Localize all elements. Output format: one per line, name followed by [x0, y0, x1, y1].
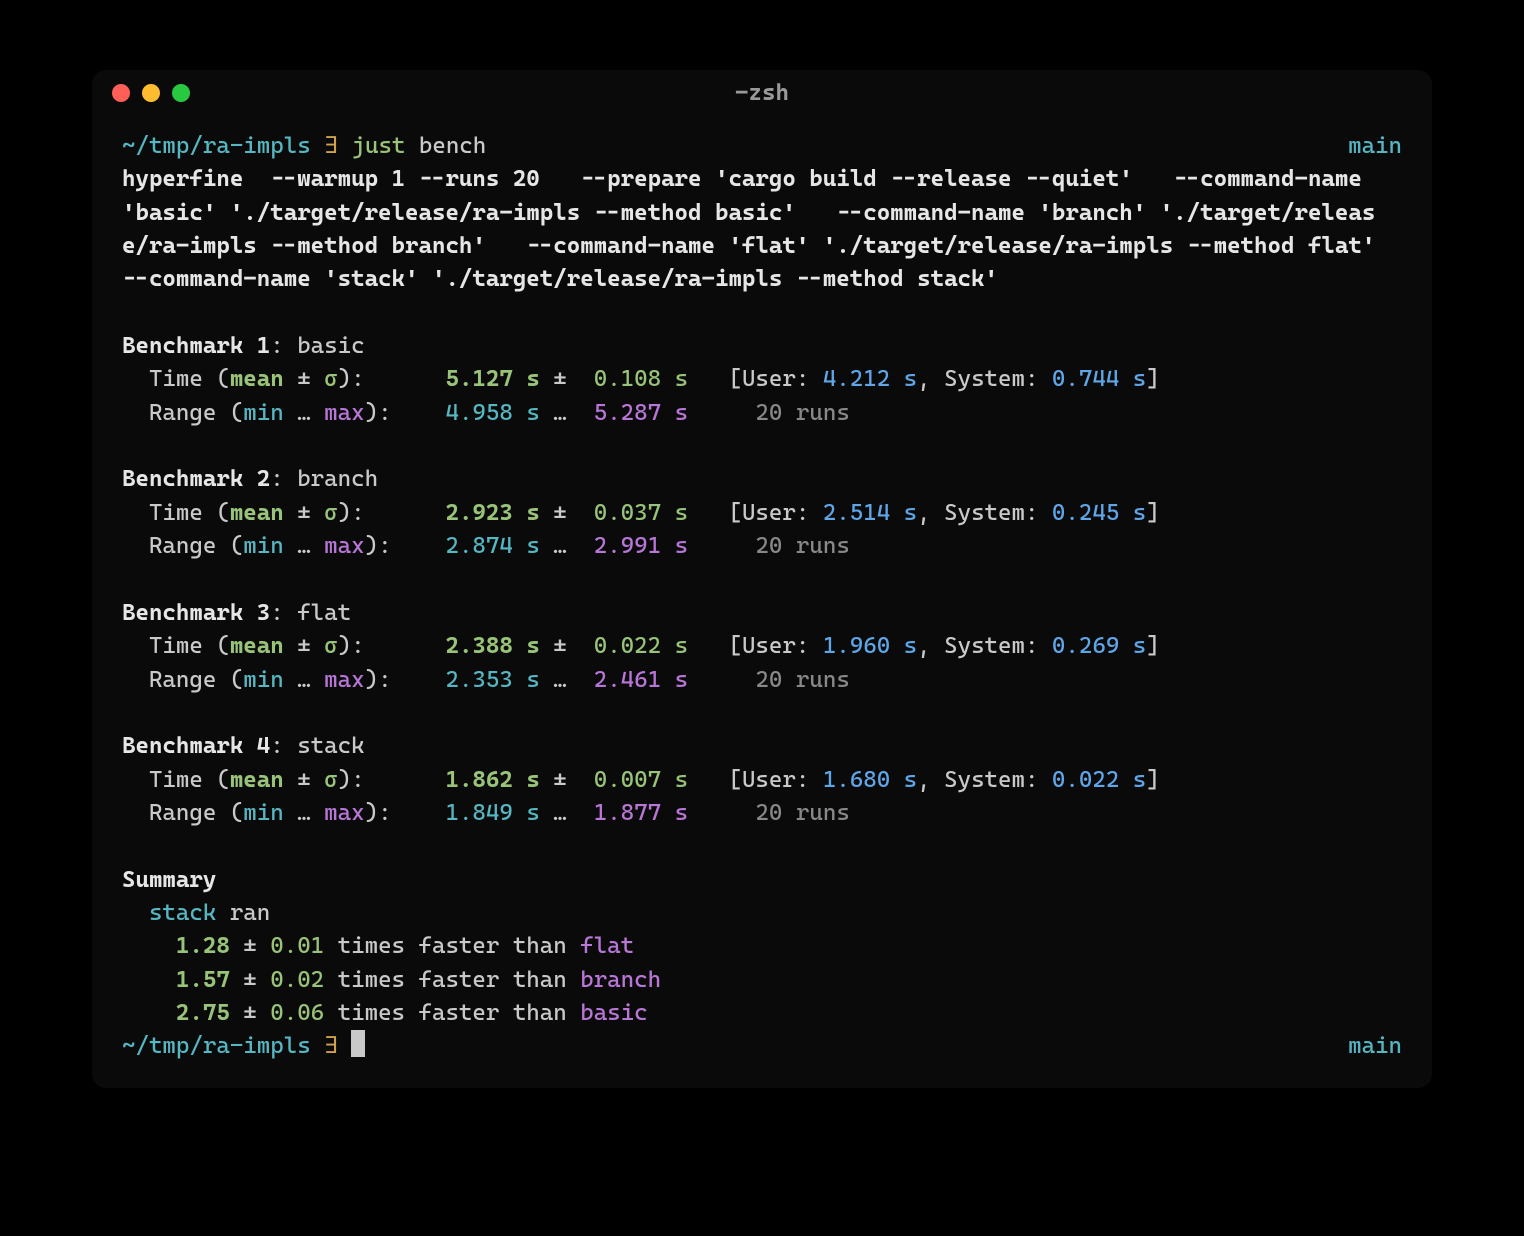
maximize-icon[interactable] [172, 84, 190, 102]
blank-line [122, 297, 1402, 330]
prompt-command: just [351, 133, 405, 159]
summary-winner-line: stack ran [122, 897, 1402, 930]
git-branch: main [1348, 1030, 1402, 1063]
summary-row: 2.75 ± 0.06 times faster than basic [122, 997, 1402, 1030]
close-icon[interactable] [112, 84, 130, 102]
blank-line [122, 830, 1402, 863]
benchmark-header: Benchmark 3: flat [122, 597, 1402, 630]
prompt-line-tail: ~/tmp/ra-impls ∃ main [122, 1030, 1402, 1063]
prompt-line: ~/tmp/ra-impls ∃ just bench main [122, 130, 1402, 163]
benchmark-time: Time (mean ± σ): 1.862 s ± 0.007 s [User… [122, 764, 1402, 797]
blank-line [122, 697, 1402, 730]
echoed-command: hyperfine --warmup 1 --runs 20 --prepare… [122, 163, 1402, 296]
benchmark-header: Benchmark 4: stack [122, 730, 1402, 763]
benchmark-range: Range (min … max): 4.958 s … 5.287 s 20 … [122, 397, 1402, 430]
prompt-cwd: ~/tmp/ra-impls [122, 1033, 311, 1059]
benchmark-time: Time (mean ± σ): 5.127 s ± 0.108 s [User… [122, 363, 1402, 396]
prompt-args: bench [405, 133, 486, 159]
benchmark-time: Time (mean ± σ): 2.923 s ± 0.037 s [User… [122, 497, 1402, 530]
benchmark-header: Benchmark 2: branch [122, 463, 1402, 496]
benchmark-time: Time (mean ± σ): 2.388 s ± 0.022 s [User… [122, 630, 1402, 663]
summary-winner: stack [149, 900, 216, 926]
cursor-icon [351, 1030, 365, 1057]
window-controls [112, 84, 190, 102]
prompt-symbol: ∃ [311, 133, 352, 159]
summary-heading: Summary [122, 864, 1402, 897]
summary-row: 1.57 ± 0.02 times faster than branch [122, 964, 1402, 997]
benchmark-range: Range (min … max): 2.353 s … 2.461 s 20 … [122, 664, 1402, 697]
window-title: -zsh [735, 80, 789, 106]
prompt-cwd: ~/tmp/ra-impls [122, 133, 311, 159]
minimize-icon[interactable] [142, 84, 160, 102]
blank-line [122, 563, 1402, 596]
terminal-content[interactable]: ~/tmp/ra-impls ∃ just benchmainhyperfine… [92, 116, 1432, 1088]
benchmark-range: Range (min … max): 1.849 s … 1.877 s 20 … [122, 797, 1402, 830]
benchmark-range: Range (min … max): 2.874 s … 2.991 s 20 … [122, 530, 1402, 563]
terminal-window: -zsh ~/tmp/ra-impls ∃ just benchmainhype… [92, 70, 1432, 1088]
titlebar: -zsh [92, 70, 1432, 116]
prompt-symbol: ∃ [311, 1033, 352, 1059]
blank-line [122, 430, 1402, 463]
summary-ran-text: ran [216, 900, 270, 926]
git-branch: main [1348, 130, 1402, 163]
benchmark-header: Benchmark 1: basic [122, 330, 1402, 363]
summary-row: 1.28 ± 0.01 times faster than flat [122, 930, 1402, 963]
